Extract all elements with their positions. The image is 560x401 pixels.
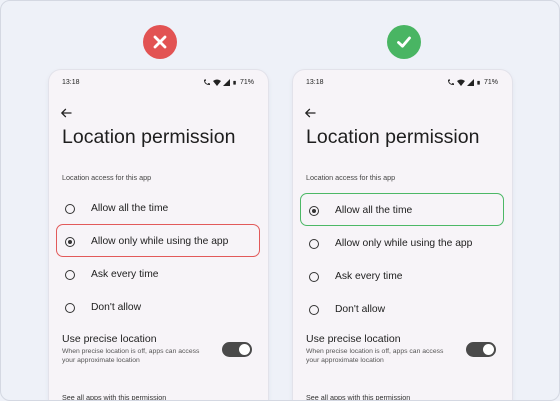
phone-incorrect: 13:18 71% Location permission Location a… [49, 70, 268, 400]
section-label: Location access for this app [306, 173, 396, 182]
option-label: Ask every time [91, 269, 159, 280]
status-time: 13:18 [306, 79, 324, 86]
option-label: Don't allow [91, 302, 142, 313]
precise-location-description: When precise location is off, apps can a… [62, 348, 200, 364]
radio-button[interactable] [65, 303, 75, 313]
page-title: Location permission [62, 126, 236, 148]
option-dont-allow[interactable]: Don't allow [293, 300, 512, 320]
page-title: Location permission [306, 126, 480, 148]
option-ask-every-time[interactable]: Ask every time [293, 267, 512, 287]
option-label: Ask every time [335, 271, 403, 282]
back-arrow-icon[interactable] [304, 108, 316, 118]
option-allow-all-the-time[interactable]: Allow all the time [49, 199, 268, 219]
wifi-calling-icon [203, 79, 210, 85]
option-allow-while-using[interactable]: Allow only while using the app [293, 234, 512, 254]
signal-icon [466, 79, 474, 86]
battery-level: 71% [483, 79, 498, 86]
radio-button[interactable] [309, 272, 319, 282]
precise-location-toggle[interactable] [466, 342, 496, 357]
precise-location-title: Use precise location [62, 333, 157, 345]
wifi-icon [212, 79, 221, 86]
correct-badge [387, 25, 421, 59]
see-all-apps-link[interactable]: See all apps with this permission [306, 393, 410, 400]
radio-button[interactable] [309, 239, 319, 249]
toggle-knob [483, 344, 494, 355]
section-label: Location access for this app [62, 173, 152, 182]
option-dont-allow[interactable]: Don't allow [49, 298, 268, 318]
option-label: Allow only while using the app [335, 238, 473, 249]
back-arrow-icon[interactable] [60, 108, 72, 118]
status-bar: 13:18 71% [62, 79, 254, 89]
status-time: 13:18 [62, 79, 80, 86]
option-label: Don't allow [335, 304, 386, 315]
radio-button-selected[interactable] [309, 206, 319, 216]
x-icon [153, 35, 167, 49]
battery-level: 71% [239, 79, 254, 86]
option-ask-every-time[interactable]: Ask every time [49, 265, 268, 285]
battery-icon [233, 80, 236, 85]
wifi-calling-icon [447, 79, 454, 85]
see-all-apps-link[interactable]: See all apps with this permission [62, 393, 166, 400]
radio-button[interactable] [309, 305, 319, 315]
wifi-icon [456, 79, 465, 86]
status-bar: 13:18 71% [306, 79, 498, 89]
check-icon [397, 36, 411, 48]
toggle-knob [239, 344, 250, 355]
precise-location-description: When precise location is off, apps can a… [306, 348, 444, 364]
option-label: Allow only while using the app [91, 236, 229, 247]
option-allow-while-using[interactable]: Allow only while using the app [49, 232, 268, 252]
option-allow-all-the-time[interactable]: Allow all the time [293, 201, 512, 221]
option-label: Allow all the time [91, 203, 169, 214]
option-label: Allow all the time [335, 205, 413, 216]
phone-correct: 13:18 71% Location permission Location a… [293, 70, 512, 400]
precise-location-title: Use precise location [306, 333, 401, 345]
incorrect-badge [143, 25, 177, 59]
radio-button[interactable] [65, 204, 75, 214]
comparison-frame: 13:18 71% Location permission Location a… [0, 0, 560, 401]
signal-icon [222, 79, 230, 86]
radio-button-selected[interactable] [65, 237, 75, 247]
precise-location-toggle[interactable] [222, 342, 252, 357]
radio-button[interactable] [65, 270, 75, 280]
battery-icon [477, 80, 480, 85]
